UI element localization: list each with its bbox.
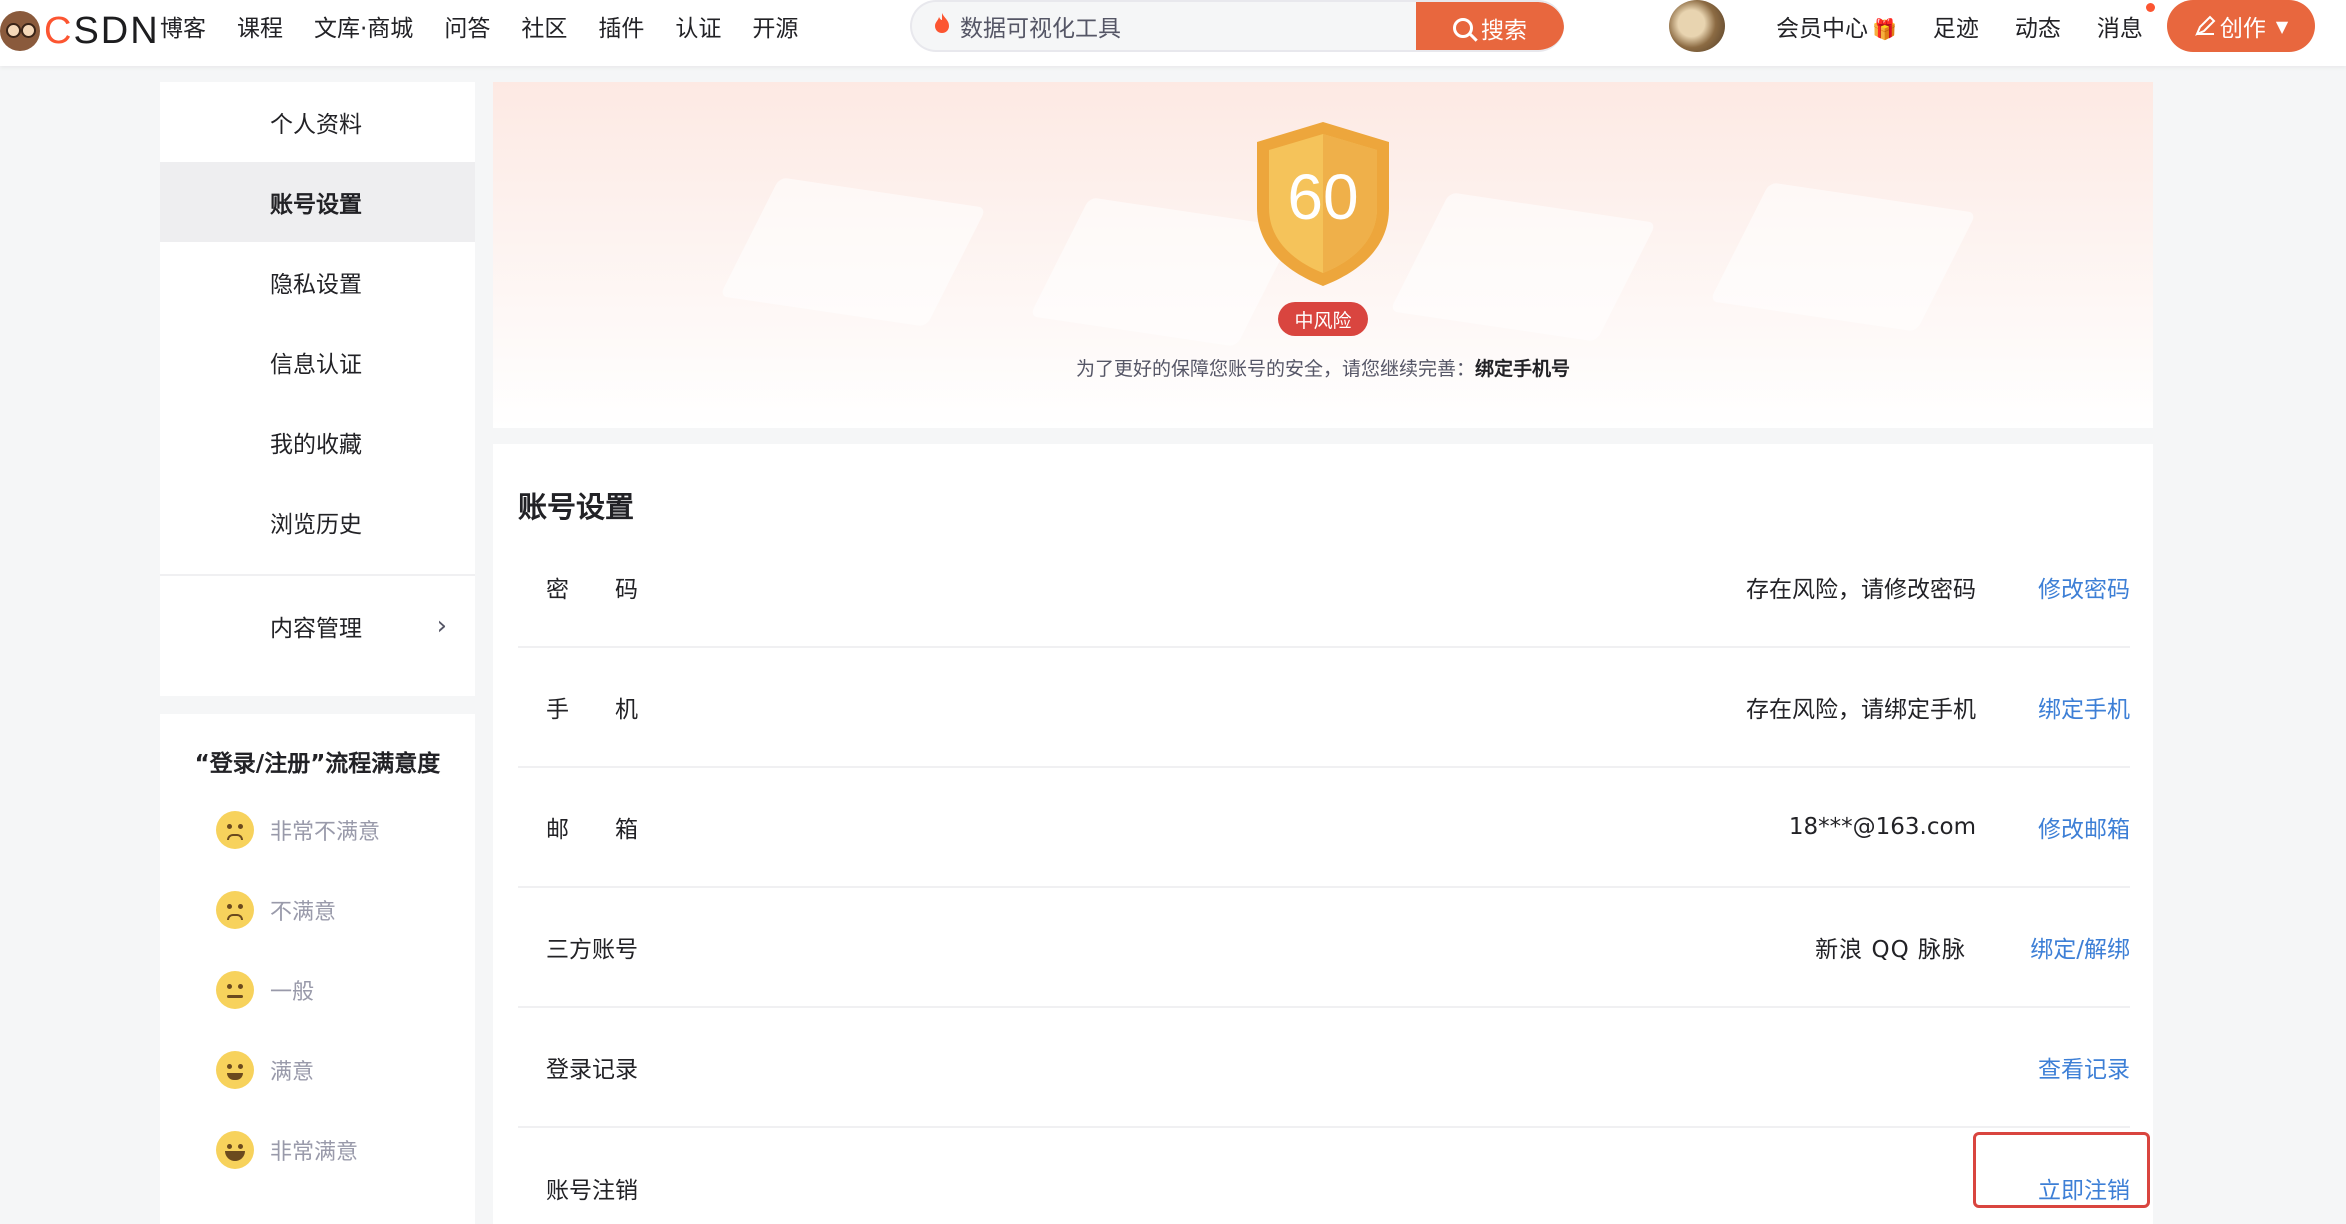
create-button[interactable]: 创作 ▼ [2167,0,2315,52]
nav-item-certification[interactable]: 认证 [675,9,721,43]
pen-icon [2194,15,2216,36]
survey-option-very-satisfied[interactable]: 非常满意 [160,1110,475,1190]
banner-decoration [1389,192,1657,342]
row-label: 邮 箱 [546,817,638,843]
sidebar-item-account-settings[interactable]: 账号设置 [160,162,475,242]
nav-item-library[interactable]: 文库·商城 [314,9,413,43]
security-shield: 60 [1253,120,1393,288]
sidebar-item-history[interactable]: 浏览历史 [160,482,475,562]
right-nav: 会员中心 🎁 足迹 动态 消息 [1776,0,2179,52]
settings-row-third-party: 三方账号 新浪 QQ 脉脉 绑定/解绑 [518,888,2130,1008]
banner-decoration [1709,182,1977,332]
grin-face-icon [216,1131,254,1169]
highlight-annotation-box [1973,1132,2150,1208]
satisfaction-survey: “登录/注册”流程满意度 非常不满意 不满意 一般 满意 非常满意 [160,714,475,1224]
settings-row-phone: 手 机 存在风险，请绑定手机 绑定手机 [518,648,2130,768]
hot-fire-icon [934,13,960,39]
survey-option-satisfied[interactable]: 满意 [160,1030,475,1110]
nav-item-footprint[interactable]: 足迹 [1933,9,1979,43]
survey-option-label: 不满意 [270,900,337,925]
change-email-link[interactable]: 修改邮箱 [2038,810,2130,844]
settings-row-login-history: 登录记录 查看记录 [518,1008,2130,1128]
nav-item-community[interactable]: 社区 [521,9,567,43]
membership-label: 会员中心 [1776,16,1868,42]
sidebar-item-content-management[interactable]: 内容管理 › [160,576,475,676]
nav-item-courses[interactable]: 课程 [237,9,283,43]
row-value: 18***@163.com [1788,814,1976,840]
change-password-link[interactable]: 修改密码 [2038,570,2130,604]
settings-sidebar: 个人资料 账号设置 隐私设置 信息认证 我的收藏 浏览历史 内容管理 › [160,82,475,696]
search-button[interactable]: 搜索 [1416,2,1564,50]
row-label: 三方账号 [546,937,638,963]
row-label: 手 机 [546,697,638,723]
mascot-icon [0,11,40,51]
sidebar-item-profile[interactable]: 个人资料 [160,82,475,162]
angry-face-icon [216,811,254,849]
search-button-label: 搜索 [1481,18,1527,44]
nav-item-qa[interactable]: 问答 [444,9,490,43]
settings-list: 密 码 存在风险，请修改密码 修改密码 手 机 存在风险，请绑定手机 绑定手机 … [518,528,2130,1224]
survey-title: “登录/注册”流程满意度 [194,751,441,777]
row-value: 新浪 QQ 脉脉 [1815,937,1966,963]
gift-icon: 🎁 [1872,17,1897,41]
nav-item-messages[interactable]: 消息 [2096,3,2155,43]
row-value: 存在风险，请修改密码 [1746,577,1976,603]
csdn-logo[interactable]: CSDN [0,6,160,56]
row-label: 登录记录 [546,1057,638,1083]
sidebar-item-verification[interactable]: 信息认证 [160,322,475,402]
user-avatar[interactable] [1669,0,1725,52]
nav-item-membership[interactable]: 会员中心 🎁 [1776,9,1897,43]
chevron-down-icon: ▼ [2275,16,2289,36]
settings-row-password: 密 码 存在风险，请修改密码 修改密码 [518,528,2130,648]
security-tip-text: 为了更好的保障您账号的安全，请您继续完善： [1075,358,1475,380]
row-value: 存在风险，请绑定手机 [1746,697,1976,723]
view-login-history-link[interactable]: 查看记录 [2038,1050,2130,1084]
top-navbar: CSDN 博客 课程 文库·商城 问答 社区 插件 认证 开源 搜索 会员中心🎁… [0,0,2346,66]
settings-row-email: 邮 箱 18***@163.com 修改邮箱 [518,768,2130,888]
survey-option-label: 一般 [270,980,315,1005]
chevron-right-icon: › [436,611,447,641]
security-tip-action[interactable]: 绑定手机号 [1475,358,1570,380]
neutral-face-icon [216,971,254,1009]
row-label: 账号注销 [546,1178,638,1204]
survey-option-label: 非常不满意 [270,820,381,845]
content-management-label: 内容管理 [270,616,362,642]
nav-item-blog[interactable]: 博客 [160,9,206,43]
risk-level-badge: 中风险 [1278,302,1368,336]
sidebar-item-favorites[interactable]: 我的收藏 [160,402,475,482]
logo-text: CSDN [44,9,160,52]
account-settings-card: 账号设置 密 码 存在风险，请修改密码 修改密码 手 机 存在风险，请绑定手机 … [493,444,2153,1224]
row-label: 密 码 [546,577,638,603]
security-score: 60 [1287,161,1359,233]
security-tip: 为了更好的保障您账号的安全，请您继续完善：绑定手机号 [493,354,2153,381]
bind-phone-link[interactable]: 绑定手机 [2038,690,2130,724]
section-title: 账号设置 [518,490,635,524]
survey-option-label: 满意 [270,1060,315,1085]
survey-option-neutral[interactable]: 一般 [160,950,475,1030]
survey-option-very-unsatisfied[interactable]: 非常不满意 [160,790,475,870]
settings-row-deactivate: 账号注销 立即注销 [518,1128,2130,1224]
search-input[interactable] [960,13,1390,39]
search-icon [1453,18,1473,38]
nav-item-opensource[interactable]: 开源 [752,9,798,43]
search-bar: 搜索 [910,0,1564,52]
survey-option-unsatisfied[interactable]: 不满意 [160,870,475,950]
nav-item-plugins[interactable]: 插件 [598,9,644,43]
smile-face-icon [216,1051,254,1089]
frown-face-icon [216,891,254,929]
nav-item-activity[interactable]: 动态 [2015,9,2061,43]
main-nav: 博客 课程 文库·商城 问答 社区 插件 认证 开源 [160,0,829,52]
security-banner: 60 中风险 为了更好的保障您账号的安全，请您继续完善：绑定手机号 [493,82,2153,428]
create-button-label: 创作 [2219,16,2266,42]
bind-unbind-link[interactable]: 绑定/解绑 [2030,930,2130,964]
sidebar-item-privacy[interactable]: 隐私设置 [160,242,475,322]
survey-option-label: 非常满意 [270,1140,359,1165]
banner-decoration [719,177,987,327]
unread-dot [2145,3,2155,12]
messages-label: 消息 [2096,16,2143,42]
